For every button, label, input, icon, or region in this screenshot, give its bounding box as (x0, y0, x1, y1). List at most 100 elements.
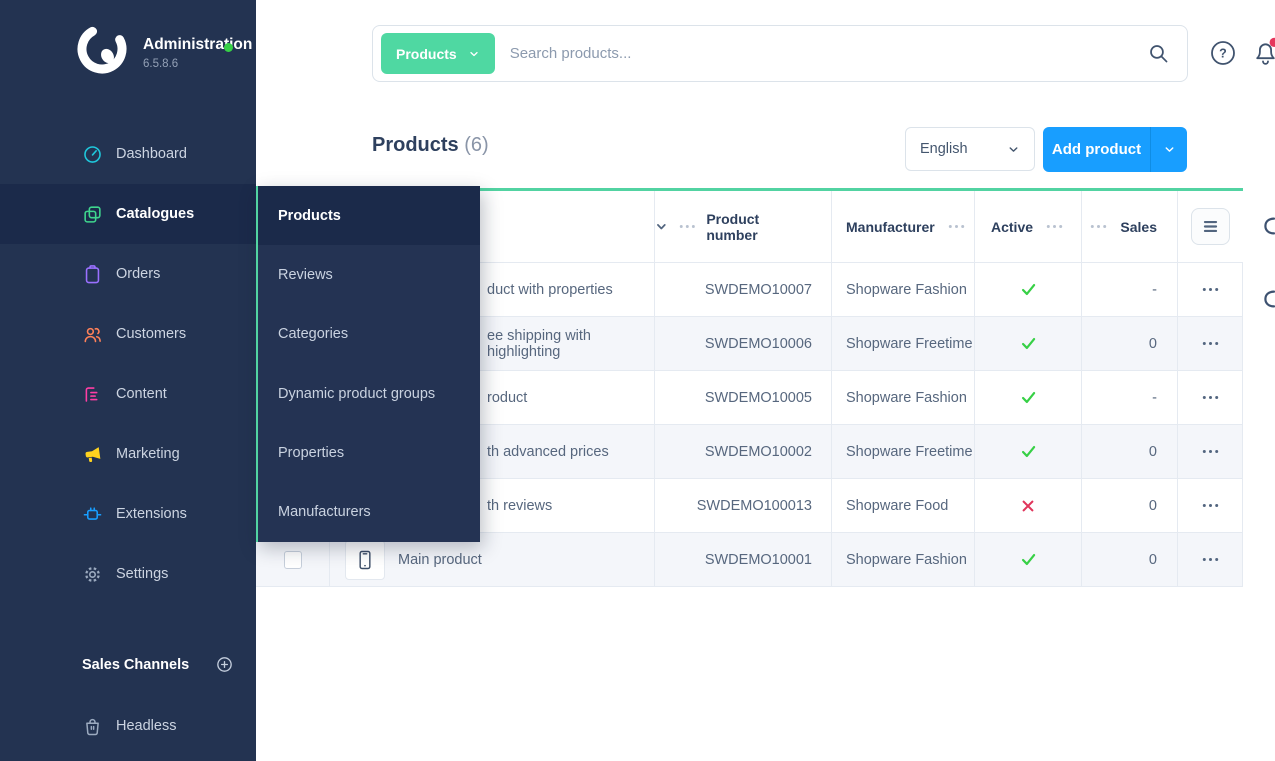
sales-channels-header: Sales Channels (82, 655, 234, 674)
sidebar-item-label: Settings (116, 566, 168, 582)
sidebar-item[interactable]: Settings (0, 544, 256, 604)
sidebar-item[interactable]: Extensions (0, 484, 256, 544)
active-check-icon (1020, 335, 1037, 352)
row-context-cell (1178, 371, 1243, 424)
flyout-menu-item-label: Dynamic product groups (278, 386, 435, 402)
product-name[interactable]: ee shipping with highlighting (487, 328, 654, 360)
header-active-cell: Active (975, 191, 1082, 262)
phone-icon (355, 549, 375, 571)
active-check-icon (1020, 281, 1037, 298)
manufacturer: Shopware Fashion (846, 552, 967, 568)
row-product-number-cell: SWDEMO100013 (655, 479, 832, 532)
sidebar-item[interactable]: Marketing (0, 424, 256, 484)
sidebar-item[interactable]: Content (0, 364, 256, 424)
notification-dot (1270, 38, 1275, 47)
flyout-menu-item[interactable]: Dynamic product groups (258, 364, 480, 423)
notification-bell-icon[interactable] (1251, 36, 1275, 68)
flyout-menu-item-label: Manufacturers (278, 504, 371, 520)
row-sales-cell: - (1082, 263, 1178, 316)
add-product-dropdown-toggle[interactable] (1151, 143, 1187, 156)
row-active-cell (975, 317, 1082, 370)
header-sales-label[interactable]: Sales (1120, 219, 1157, 235)
product-name[interactable]: roduct (487, 390, 527, 406)
shopware-logo[interactable] (76, 23, 128, 75)
sidebar-item-icon (82, 384, 103, 405)
header-settings-cell (1178, 191, 1243, 262)
context-menu-icon[interactable] (1202, 557, 1219, 562)
column-menu-icon[interactable] (679, 224, 696, 229)
sidebar-item[interactable]: Catalogues (0, 184, 256, 244)
product-number: SWDEMO10007 (705, 282, 812, 298)
add-product-button[interactable]: Add product (1043, 127, 1187, 172)
sort-desc-icon[interactable] (655, 221, 668, 232)
flyout-menu-item[interactable]: Manufacturers (258, 483, 480, 542)
flyout-menu-item[interactable]: Reviews (258, 245, 480, 304)
flyout-menu-item-label: Reviews (278, 267, 333, 283)
sales-channel-label: Headless (116, 718, 176, 734)
sidebar-item[interactable]: Orders (0, 244, 256, 304)
chevron-down-icon (1007, 143, 1020, 156)
header-sales-cell: Sales (1082, 191, 1178, 262)
context-menu-icon[interactable] (1202, 503, 1219, 508)
active-check-icon (1020, 551, 1037, 568)
row-context-cell (1178, 317, 1243, 370)
column-menu-icon[interactable] (1046, 224, 1063, 229)
product-name[interactable]: th advanced prices (487, 444, 609, 460)
row-manufacturer-cell: Shopware Freetime (832, 425, 975, 478)
catalogues-flyout-menu: Products Reviews Categories Dynamic prod… (256, 186, 480, 542)
global-search-box: Products (372, 25, 1188, 82)
row-checkbox[interactable] (284, 551, 302, 569)
product-number: SWDEMO10006 (705, 336, 812, 352)
sales-channel-item[interactable]: Headless (0, 696, 256, 756)
svg-text:?: ? (1219, 47, 1227, 61)
add-sales-channel-icon[interactable] (215, 655, 234, 674)
language-select[interactable]: English (905, 127, 1035, 171)
help-icon[interactable]: ? (1210, 40, 1236, 66)
product-name[interactable]: Main product (398, 552, 482, 568)
context-menu-icon[interactable] (1202, 395, 1219, 400)
row-product-number-cell: SWDEMO10001 (655, 533, 832, 586)
context-menu-icon[interactable] (1202, 449, 1219, 454)
header-active-label[interactable]: Active (991, 219, 1033, 235)
search-input[interactable] (495, 45, 1147, 62)
header-manufacturer-cell: Manufacturer (832, 191, 975, 262)
search-scope-chip[interactable]: Products (381, 33, 495, 74)
header-manufacturer-label[interactable]: Manufacturer (846, 219, 935, 235)
column-menu-icon[interactable] (1090, 224, 1107, 229)
flyout-menu-item[interactable]: Products (258, 186, 480, 245)
row-manufacturer-cell: Shopware Fashion (832, 371, 975, 424)
product-name[interactable]: duct with properties (487, 282, 613, 298)
context-menu-icon[interactable] (1202, 287, 1219, 292)
row-active-cell (975, 479, 1082, 532)
row-manufacturer-cell: Shopware Freetime (832, 317, 975, 370)
product-name[interactable]: th reviews (487, 498, 552, 514)
flyout-menu-item[interactable]: Categories (258, 305, 480, 364)
row-active-cell (975, 263, 1082, 316)
search-icon[interactable] (1147, 42, 1170, 65)
sales-channels-label: Sales Channels (82, 657, 189, 673)
smartbar: Products (6) English Add product (256, 104, 1275, 191)
flyout-menu-item[interactable]: Properties (258, 423, 480, 482)
topbar: Products ? (256, 0, 1275, 105)
row-product-number-cell: SWDEMO10002 (655, 425, 832, 478)
context-menu-icon[interactable] (1202, 341, 1219, 346)
app-version: 6.5.8.6 (143, 58, 178, 70)
sidebar-item-icon (82, 564, 103, 585)
inactive-cross-icon (1021, 499, 1035, 513)
sidebar-item[interactable]: Customers (0, 304, 256, 364)
grid-settings-button[interactable] (1191, 208, 1230, 245)
sidebar-item[interactable]: Dashboard (0, 124, 256, 184)
sidebar-item-label: Dashboard (116, 146, 187, 162)
sales-value: 0 (1149, 498, 1157, 514)
header-product-number-label[interactable]: Product number (706, 211, 812, 243)
column-menu-icon[interactable] (948, 224, 965, 229)
sidebar-item-label: Catalogues (116, 206, 194, 222)
sales-value: 0 (1149, 336, 1157, 352)
page-title-text: Products (372, 134, 459, 156)
sidebar-item-label: Extensions (116, 506, 187, 522)
clipped-icon (1262, 216, 1275, 236)
sales-value: - (1152, 282, 1157, 298)
row-sales-cell: - (1082, 371, 1178, 424)
sidebar-item-label: Orders (116, 266, 160, 282)
manufacturer: Shopware Freetime (846, 444, 973, 460)
